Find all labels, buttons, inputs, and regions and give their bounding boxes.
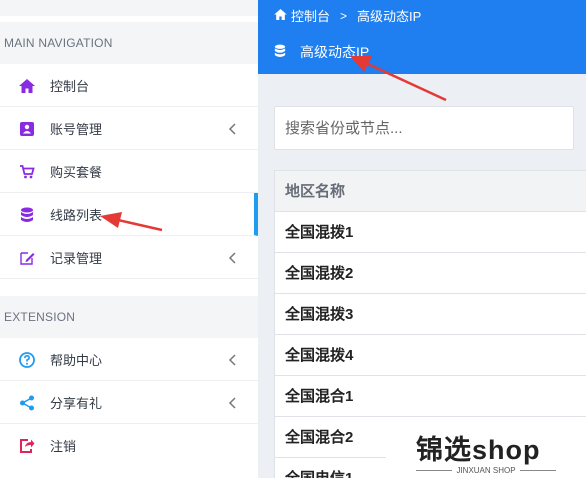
table-row[interactable]: 全国混拨4 — [275, 335, 586, 376]
sidebar-item-dashboard[interactable]: 控制台 — [0, 64, 258, 107]
watermark-logo: 锦选shop JINXUAN SHOP — [386, 428, 586, 478]
sidebar-item-label: 线路列表 — [50, 207, 103, 223]
cart-icon — [18, 163, 36, 181]
table-row[interactable]: 全国混拨2 — [275, 253, 586, 294]
sidebar-item-label: 控制台 — [50, 78, 90, 94]
table-header-region-name: 地区名称 — [275, 171, 586, 212]
database-icon — [274, 44, 288, 60]
sidebar-item-records[interactable]: 记录管理 — [0, 236, 258, 279]
sidebar-item-label: 记录管理 — [50, 250, 103, 266]
database-icon — [18, 206, 36, 224]
watermark-subtitle-text: JINXUAN SHOP — [456, 466, 516, 475]
sidebar-item-line-list[interactable]: 线路列表 — [0, 193, 258, 236]
help-icon — [18, 351, 36, 369]
sidebar-item-label: 注销 — [50, 439, 77, 454]
sidebar-item-account[interactable]: 账号管理 — [0, 107, 258, 150]
breadcrumb-current: 高级动态IP — [357, 9, 422, 24]
page-title-text: 高级动态IP — [300, 44, 370, 60]
page-title: 高级动态IP — [274, 42, 369, 62]
home-icon — [18, 77, 36, 95]
sidebar-item-label: 分享有礼 — [50, 395, 103, 411]
chevron-left-icon — [228, 122, 240, 136]
chevron-left-icon — [228, 353, 240, 367]
edit-icon — [18, 249, 36, 267]
breadcrumb-home-link[interactable]: 控制台 — [291, 6, 330, 25]
chevron-left-icon — [228, 251, 240, 265]
breadcrumb-separator: > — [340, 8, 348, 23]
divider — [416, 470, 453, 471]
main-content: 控制台 > 高级动态IP 高级动态IP 地区名称 全国混拨1 全国混拨2 全国混… — [258, 0, 586, 478]
share-icon — [18, 394, 36, 412]
page-header: 控制台 > 高级动态IP 高级动态IP — [258, 0, 586, 74]
sidebar-item-help[interactable]: 帮助中心 — [0, 338, 258, 381]
table-row[interactable]: 全国混拨1 — [275, 212, 586, 253]
logout-icon — [18, 437, 36, 455]
home-icon — [274, 8, 287, 23]
sidebar-top-strip — [0, 0, 258, 16]
search-input[interactable] — [274, 106, 574, 150]
sidebar-item-label: 购买套餐 — [50, 164, 103, 180]
sidebar-item-logout[interactable]: 注销 — [0, 424, 258, 467]
watermark-title: 锦选shop — [416, 435, 541, 465]
table-row[interactable]: 全国混合1 — [275, 376, 586, 417]
section-header-main: MAIN NAVIGATION — [0, 22, 258, 64]
sidebar-item-label: 账号管理 — [50, 121, 103, 137]
chevron-left-icon — [228, 396, 240, 410]
watermark-subtitle: JINXUAN SHOP — [416, 466, 556, 475]
table-row[interactable]: 全国混拨3 — [275, 294, 586, 335]
breadcrumb: 控制台 > 高级动态IP — [274, 6, 421, 25]
sidebar-item-purchase[interactable]: 购买套餐 — [0, 150, 258, 193]
sidebar: MAIN NAVIGATION 控制台 账号管理 购买套餐 线路列表 记录管理 — [0, 0, 258, 478]
section-header-extension: EXTENSION — [0, 296, 258, 338]
sidebar-item-label: 帮助中心 — [50, 352, 103, 368]
id-card-icon — [18, 120, 36, 138]
sidebar-item-share[interactable]: 分享有礼 — [0, 381, 258, 424]
divider — [519, 470, 556, 471]
